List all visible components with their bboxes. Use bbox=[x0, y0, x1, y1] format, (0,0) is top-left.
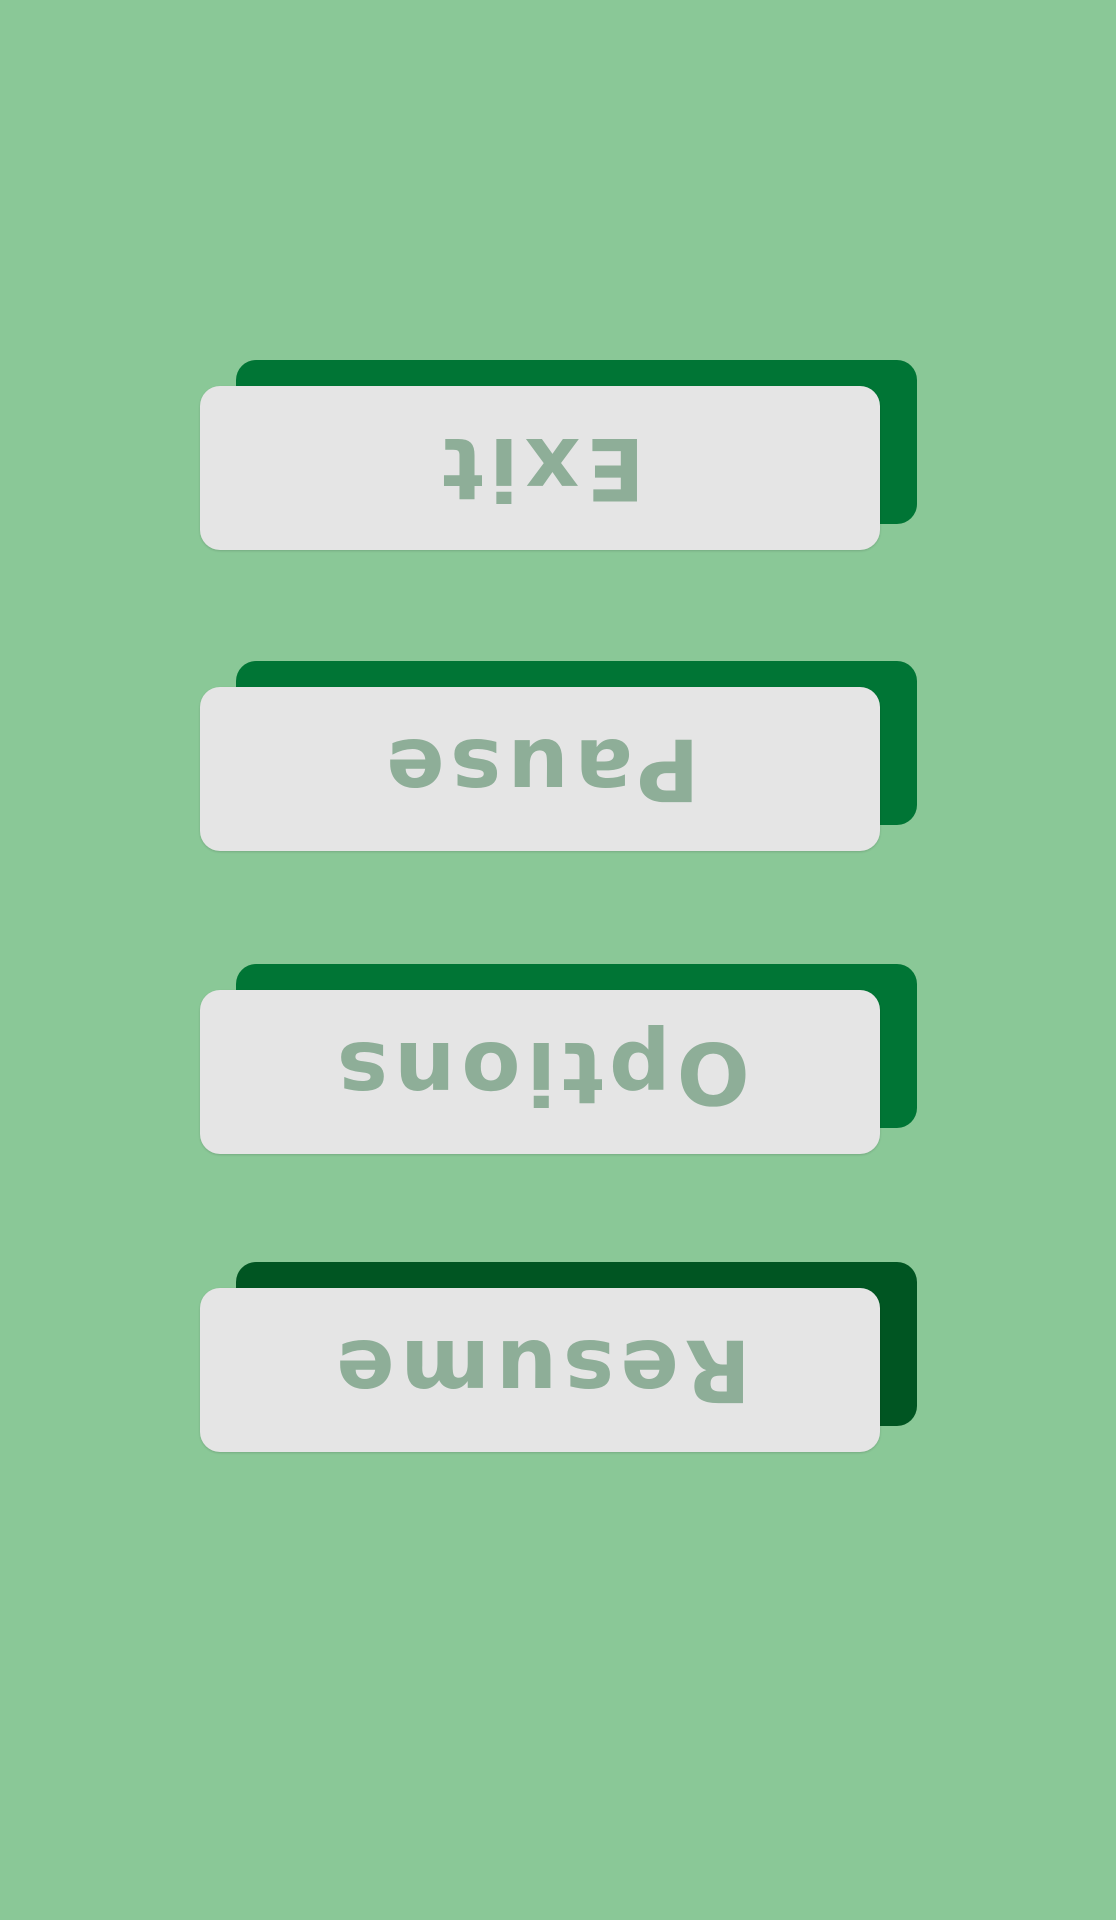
menu-item-options: Options bbox=[200, 964, 917, 1154]
options-button[interactable]: Options bbox=[200, 990, 880, 1154]
pause-button[interactable]: Pause bbox=[200, 687, 880, 851]
exit-button-label: Exit bbox=[435, 418, 645, 518]
resume-button[interactable]: Resume bbox=[200, 1288, 880, 1452]
pause-button-label: Pause bbox=[380, 719, 700, 819]
menu-item-exit: Exit bbox=[200, 360, 917, 550]
resume-button-label: Resume bbox=[329, 1320, 751, 1420]
menu-item-pause: Pause bbox=[200, 661, 917, 851]
exit-button[interactable]: Exit bbox=[200, 386, 880, 550]
game-menu-screen: Exit Pause Options Resume bbox=[0, 0, 1116, 1920]
menu-item-resume: Resume bbox=[200, 1262, 917, 1452]
options-button-label: Options bbox=[330, 1022, 750, 1122]
